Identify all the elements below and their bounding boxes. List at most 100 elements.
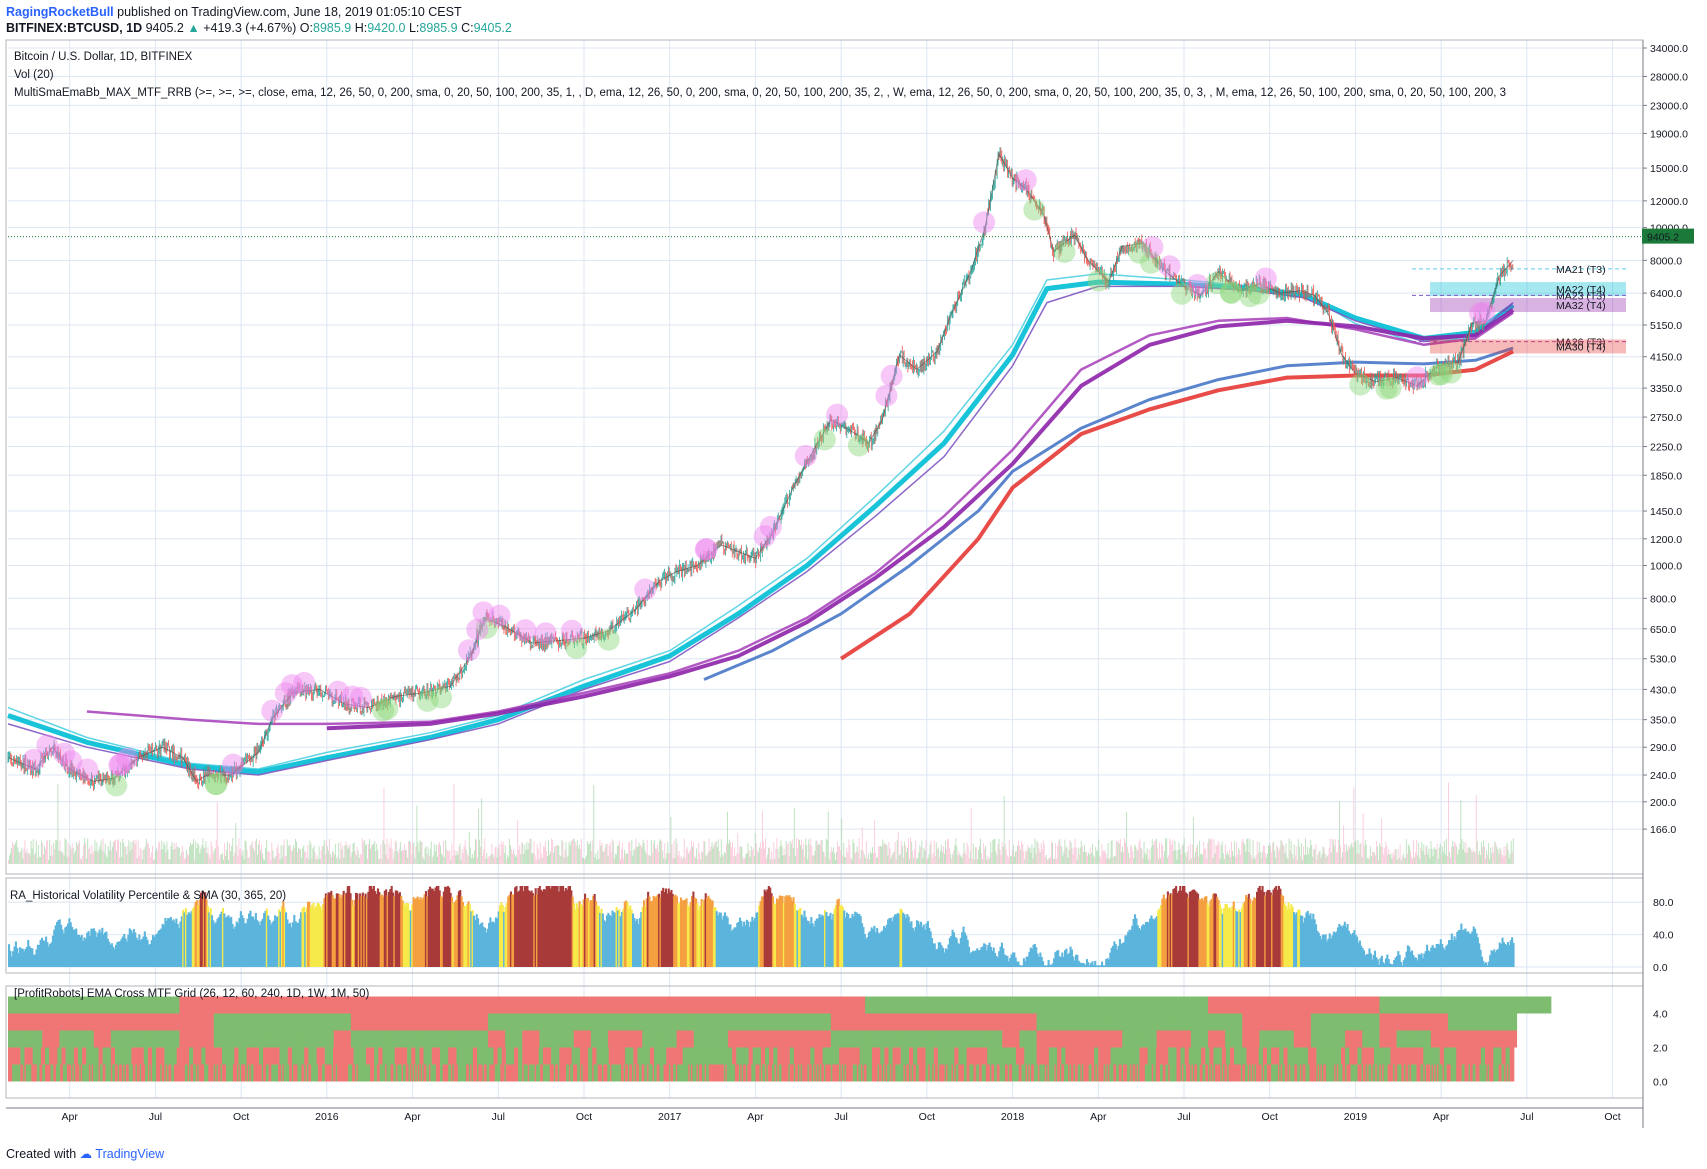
volume-bar	[1430, 840, 1432, 864]
volume-bar	[1089, 854, 1091, 864]
ema-grid-cell	[1209, 1047, 1214, 1065]
volume-bar	[19, 852, 21, 864]
ema-grid-cell	[695, 1047, 700, 1065]
volume-bar	[134, 844, 136, 864]
volume-bar	[1228, 849, 1230, 864]
volume-bar	[1380, 846, 1382, 864]
volume-bar	[1118, 843, 1120, 864]
volume-bar	[867, 854, 869, 864]
ema-grid-cell	[1190, 1030, 1209, 1048]
ema-grid-cell	[308, 1047, 313, 1065]
volume-bar	[537, 848, 539, 864]
volume-bar	[1383, 854, 1385, 864]
volume-bar	[386, 838, 388, 864]
volume-bar	[1487, 854, 1489, 864]
volume-bar	[107, 846, 109, 864]
ema-grid-cell	[865, 1030, 883, 1048]
volume-bar	[61, 852, 63, 864]
volume-bar	[617, 845, 619, 864]
ema-grid-cell	[147, 1047, 153, 1065]
volume-bar	[35, 840, 37, 864]
low-label: L:	[408, 21, 420, 35]
volume-bar	[1377, 846, 1379, 864]
ema-grid-cell	[1357, 1047, 1363, 1065]
volume-bar	[625, 854, 627, 864]
volume-bar	[1204, 848, 1206, 864]
volume-bar	[578, 844, 580, 864]
ema-grid-cell	[765, 1047, 770, 1065]
volume-bar	[1135, 846, 1137, 864]
volume-bar	[497, 848, 499, 864]
volume-bar	[157, 850, 159, 864]
ema-grid-cell	[625, 1047, 630, 1065]
ema-grid-cell	[1430, 1030, 1449, 1048]
volume-bar	[910, 837, 912, 864]
ema-grid-cell	[987, 1047, 992, 1065]
ema-grid-cell	[453, 1030, 472, 1048]
volume-bar	[1451, 846, 1453, 864]
volume-bar	[508, 838, 510, 864]
volume-bar	[1004, 843, 1006, 864]
ema-grid-cell	[1238, 1047, 1243, 1065]
volume-bar	[1422, 850, 1424, 864]
volume-bar	[1433, 847, 1435, 864]
volume-bar	[1043, 844, 1045, 864]
volume-bar	[564, 850, 566, 864]
ema-grid-cell	[1168, 1047, 1173, 1065]
volume-bar	[478, 809, 480, 864]
volume-bar	[421, 841, 423, 864]
volume-bar	[8, 859, 9, 864]
volume-bar	[148, 848, 150, 864]
ema-grid-cell	[160, 1047, 165, 1065]
ema-grid-cell	[1419, 1047, 1424, 1065]
volume-bar	[798, 840, 800, 864]
volume-bar	[698, 842, 700, 864]
volume-bar	[1031, 844, 1033, 864]
volume-bar	[554, 846, 556, 864]
ema-grid-cell	[271, 1047, 276, 1065]
volume-bar	[390, 838, 392, 864]
volume-bar	[62, 852, 64, 864]
volume-bar	[923, 847, 925, 864]
volume-bar	[980, 838, 981, 864]
volume-bar	[51, 845, 53, 864]
volume-bar	[671, 844, 673, 864]
volume-bar	[699, 852, 701, 864]
volume-bar	[1217, 840, 1219, 864]
ema-grid-cell	[1197, 1047, 1202, 1065]
volume-bar	[1355, 839, 1357, 864]
volume-bar	[894, 841, 896, 864]
volume-bar	[167, 849, 169, 864]
ema-grid-cell	[1365, 1047, 1371, 1065]
volume-bar	[363, 840, 365, 864]
volume-bar	[1256, 841, 1258, 864]
volume-bar	[1384, 848, 1386, 864]
ema-grid-cell	[350, 996, 523, 1014]
ema-grid-cell	[350, 1030, 369, 1048]
volume-bar	[142, 849, 144, 864]
volume-bar	[757, 852, 759, 864]
volume-bar	[812, 855, 814, 864]
volume-bar	[1232, 850, 1233, 864]
volume-bar	[755, 842, 757, 864]
volume-bar	[836, 852, 837, 864]
ema-grid-cell	[658, 1047, 663, 1065]
volume-bar	[588, 844, 590, 864]
volume-bar	[1321, 854, 1323, 864]
volume-bar	[717, 839, 719, 864]
volume-bar	[944, 853, 945, 864]
volume-bar	[599, 840, 601, 864]
volume-bar	[362, 841, 364, 864]
volume-bar	[1306, 854, 1308, 864]
ema-grid-cell	[59, 1030, 78, 1048]
volume-bar	[1315, 844, 1317, 864]
volume-bar	[785, 841, 787, 864]
volume-bar	[1107, 842, 1109, 864]
volume-bar	[1472, 849, 1474, 864]
volume-bar	[937, 847, 939, 864]
volume-bar	[336, 858, 338, 864]
author-name[interactable]: RagingRocketBull	[6, 5, 114, 19]
volume-bar	[1478, 850, 1480, 864]
chart-canvas[interactable]: MA21 (T3)MA22 (T4)MA23 (T3)MA32 (T4)MA26…	[0, 36, 1707, 1143]
volume-bar	[194, 859, 196, 864]
